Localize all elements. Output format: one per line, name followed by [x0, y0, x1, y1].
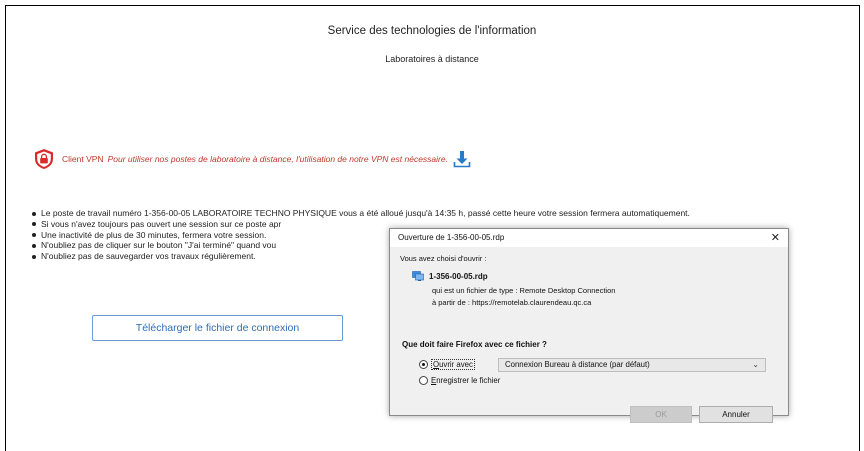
open-with-radio[interactable] — [419, 360, 428, 369]
chevron-down-icon: ⌄ — [752, 360, 759, 369]
open-file-dialog: Ouverture de 1-356-00-05.rdp ✕ Vous avez… — [389, 228, 789, 423]
save-file-option[interactable]: Enregistrer le fichier — [419, 376, 500, 385]
save-file-label: Enregistrer le fichier — [431, 376, 501, 385]
save-file-radio[interactable] — [419, 376, 428, 385]
file-name: 1-356-00-05.rdp — [429, 271, 488, 281]
download-connection-file-button[interactable]: Télécharger le fichier de connexion — [92, 315, 343, 341]
page-title: Service des technologies de l'informatio… — [327, 25, 537, 37]
open-with-label: Ouvrir avec — [431, 359, 475, 370]
ok-button[interactable]: OK — [630, 406, 692, 423]
dialog-body: Vous avez choisi d'ouvrir : 1-356-00-05.… — [390, 247, 788, 423]
vpn-message: Pour utiliser nos postes de laboratoire … — [107, 154, 448, 164]
file-source: à partir de : https://remotelab.claurend… — [432, 298, 592, 307]
vpn-client-link[interactable]: Client VPN — [62, 154, 104, 164]
list-item: Le poste de travail numéro 1-356-00-05 L… — [30, 208, 820, 219]
vpn-notice: Client VPN Pour utiliser nos postes de l… — [33, 148, 471, 170]
action-question: Que doit faire Firefox avec ce fichier ? — [402, 340, 547, 349]
open-with-option[interactable]: Ouvrir avec — [419, 359, 475, 370]
dialog-titlebar[interactable]: Ouverture de 1-356-00-05.rdp ✕ — [390, 229, 788, 247]
dialog-title: Ouverture de 1-356-00-05.rdp — [398, 233, 505, 242]
page-subtitle: Laboratoires à distance — [385, 54, 479, 64]
application-select[interactable]: Connexion Bureau à distance (par défaut)… — [498, 358, 766, 372]
remote-desktop-file-icon — [412, 271, 424, 281]
close-icon[interactable]: ✕ — [771, 229, 780, 247]
cancel-button[interactable]: Annuler — [699, 406, 773, 423]
chosen-label: Vous avez choisi d'ouvrir : — [400, 254, 487, 263]
download-icon[interactable] — [453, 150, 471, 168]
shield-lock-icon — [35, 149, 53, 169]
file-type: qui est un fichier de type : Remote Desk… — [432, 286, 616, 295]
file-row: 1-356-00-05.rdp — [412, 271, 488, 281]
application-select-value: Connexion Bureau à distance (par défaut) — [505, 360, 650, 369]
